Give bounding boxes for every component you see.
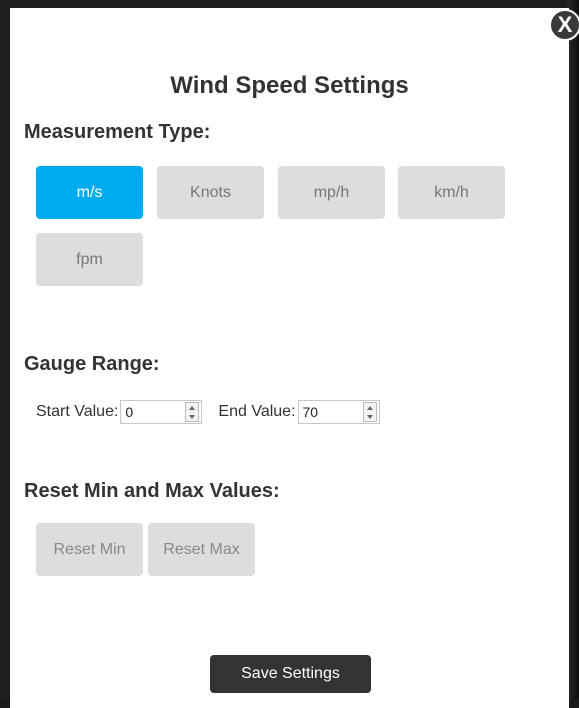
close-icon[interactable]: X (549, 9, 579, 41)
measurement-type-heading: Measurement Type: (24, 121, 211, 143)
spinner-up-icon[interactable] (366, 405, 373, 410)
end-value-input[interactable]: 70 (297, 400, 380, 424)
end-value-label: End Value: (218, 403, 296, 420)
start-value-input[interactable]: 0 (120, 400, 203, 424)
save-settings-button[interactable]: Save Settings (210, 655, 371, 693)
unit-button-fpm[interactable]: fpm (36, 233, 143, 286)
reset-values-heading: Reset Min and Max Values: (24, 480, 280, 502)
spinner-up-icon[interactable] (189, 405, 196, 410)
reset-min-button[interactable]: Reset Min (36, 523, 143, 576)
spinner-down-icon[interactable] (189, 414, 196, 419)
settings-dialog: Wind Speed Settings Measurement Type: m/… (10, 8, 569, 708)
spinner-down-icon[interactable] (366, 414, 373, 419)
end-value-spinner[interactable] (362, 402, 377, 422)
reset-max-button[interactable]: Reset Max (148, 523, 255, 576)
unit-button-ms[interactable]: m/s (36, 166, 143, 219)
unit-button-mph[interactable]: mp/h (278, 166, 385, 219)
end-value-text: 70 (302, 404, 319, 420)
start-value-text: 0 (125, 404, 134, 420)
unit-button-knots[interactable]: Knots (157, 166, 264, 219)
gauge-range-heading: Gauge Range: (24, 353, 160, 375)
unit-button-kmh[interactable]: km/h (398, 166, 505, 219)
gauge-range-row: Start Value: 0 End Value: 70 (36, 398, 396, 426)
start-value-spinner[interactable] (185, 402, 200, 422)
dialog-title: Wind Speed Settings (170, 72, 409, 99)
start-value-label: Start Value: (36, 403, 119, 420)
